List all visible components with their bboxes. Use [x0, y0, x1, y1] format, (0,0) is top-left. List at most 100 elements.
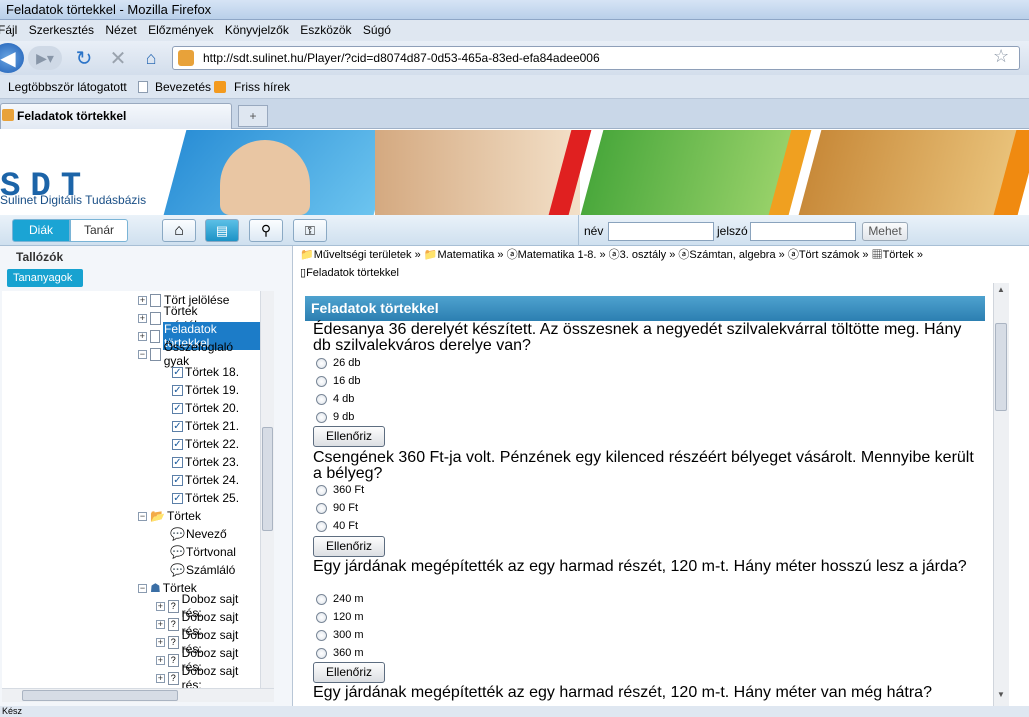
- banner-photo-girl: [375, 130, 580, 215]
- tree-item[interactable]: ✓ Törtek 18.: [172, 363, 239, 381]
- answer-option[interactable]: 240 m: [316, 593, 364, 605]
- tree-vertical-scrollbar[interactable]: [260, 291, 274, 688]
- house-icon: ⌂: [174, 221, 184, 239]
- tree-item-label: Törtek 23.: [185, 455, 240, 469]
- answer-option[interactable]: 300 m: [316, 629, 364, 641]
- panel-tab-materials[interactable]: Tananyagok: [7, 269, 83, 287]
- checkbox-icon: ✓: [172, 366, 183, 378]
- key-button[interactable]: ⚿: [293, 219, 327, 242]
- tree-item[interactable]: 💬 Nevező: [170, 525, 227, 543]
- answer-option[interactable]: 4 db: [316, 393, 354, 405]
- tree-item[interactable]: 💬 Számláló: [170, 561, 235, 579]
- radio-button[interactable]: [316, 357, 327, 369]
- bookmarks-toolbar: Legtöbbször látogatott Bevezetés Friss h…: [0, 75, 1029, 99]
- radio-button[interactable]: [316, 593, 327, 605]
- radio-button[interactable]: [316, 411, 327, 423]
- window-title-bar: Feladatok törtekkel - Mozilla Firefox: [0, 0, 1029, 20]
- address-bar[interactable]: http://sdt.sulinet.hu/Player/?cid=d8074d…: [172, 46, 1020, 70]
- mode-student-button[interactable]: Diák: [12, 219, 70, 242]
- menu-history[interactable]: Előzmények: [148, 23, 213, 37]
- menu-bookmarks[interactable]: Könyvjelzők: [225, 23, 289, 37]
- bookmark-star-icon[interactable]: ☆: [993, 46, 1009, 67]
- answer-option[interactable]: 90 Ft: [316, 502, 358, 514]
- tree-item[interactable]: ✓ Törtek 25.: [172, 489, 239, 507]
- search-button[interactable]: ⚲: [249, 219, 283, 242]
- rss-icon: [214, 81, 226, 93]
- radio-button[interactable]: [316, 484, 327, 496]
- scrollbar-thumb[interactable]: [22, 690, 178, 701]
- bookmark-intro[interactable]: Bevezetés: [155, 75, 211, 99]
- tree-item[interactable]: − 📂 Törtek: [138, 507, 201, 525]
- scrollbar-thumb[interactable]: [262, 427, 273, 531]
- radio-button[interactable]: [316, 375, 327, 387]
- menu-help[interactable]: Súgó: [363, 23, 391, 37]
- breadcrumb-item[interactable]: Számtan, algebra: [689, 249, 775, 261]
- subject-icon: ⓐ: [678, 249, 690, 261]
- tree-item[interactable]: ✓ Törtek 22.: [172, 435, 239, 453]
- bookmark-news[interactable]: Friss hírek: [234, 75, 290, 99]
- check-button[interactable]: Ellenőriz: [313, 536, 385, 557]
- breadcrumb-item[interactable]: 3. osztály: [620, 249, 666, 261]
- radio-button[interactable]: [316, 393, 327, 405]
- tree-item[interactable]: 💬 Törtvonal: [170, 543, 236, 561]
- answer-option[interactable]: 16 db: [316, 375, 361, 387]
- scrollbar-thumb[interactable]: [995, 323, 1007, 411]
- bookmark-most-visited[interactable]: Legtöbbször látogatott: [8, 75, 127, 99]
- status-text: Kész: [2, 706, 23, 716]
- reload-button[interactable]: ↻: [72, 45, 96, 71]
- forward-arrow-icon: ▶▾: [36, 49, 54, 66]
- answer-option[interactable]: 360 Ft: [316, 484, 364, 496]
- tree-item[interactable]: ✓ Törtek 24.: [172, 471, 239, 489]
- stop-button[interactable]: ✕: [106, 45, 130, 71]
- radio-button[interactable]: [316, 647, 327, 659]
- tree-item-label: Doboz sajt rés:: [181, 664, 239, 688]
- breadcrumb-item[interactable]: Matematika 1-8.: [518, 249, 597, 261]
- mode-teacher-button[interactable]: Tanár: [70, 219, 128, 242]
- menu-tools[interactable]: Eszközök: [300, 23, 351, 37]
- new-tab-button[interactable]: +: [238, 105, 268, 127]
- breadcrumb-item[interactable]: Tört számok: [799, 249, 860, 261]
- radio-button[interactable]: [316, 502, 327, 514]
- radio-button[interactable]: [316, 629, 327, 641]
- menu-view[interactable]: Nézet: [105, 23, 136, 37]
- tree-item[interactable]: +? Doboz sajt rés:: [156, 664, 260, 688]
- document-button[interactable]: ▤: [205, 219, 239, 242]
- question-doc-icon: ?: [167, 671, 179, 685]
- tree-item[interactable]: ✓ Törtek 20.: [172, 399, 239, 417]
- check-button[interactable]: Ellenőriz: [313, 662, 385, 683]
- breadcrumb-item[interactable]: Törtek: [883, 249, 914, 261]
- menu-edit[interactable]: Szerkesztés: [29, 23, 94, 37]
- answer-option[interactable]: 120 m: [316, 611, 364, 623]
- tree-horizontal-scrollbar[interactable]: [2, 688, 274, 702]
- site-favicon-icon: [178, 50, 194, 66]
- tree-view: +Tört jelölése +Törtek mértékegys +Felad…: [2, 291, 260, 688]
- radio-button[interactable]: [316, 611, 327, 623]
- tab-active[interactable]: Feladatok törtekkel: [0, 103, 232, 129]
- check-button[interactable]: Ellenőriz: [313, 426, 385, 447]
- answer-option[interactable]: 26 db: [316, 357, 361, 369]
- checkbox-icon: ✓: [172, 474, 183, 486]
- login-password-input[interactable]: [750, 222, 856, 241]
- tree-item[interactable]: ✓ Törtek 19.: [172, 381, 239, 399]
- answer-option[interactable]: 40 Ft: [316, 520, 358, 532]
- scroll-down-arrow-icon[interactable]: ▼: [993, 688, 1009, 702]
- tree-item[interactable]: ✓ Törtek 21.: [172, 417, 239, 435]
- radio-button[interactable]: [316, 520, 327, 532]
- breadcrumb: 📁Műveltségi területek » 📁Matematika » ⓐM…: [298, 246, 1013, 282]
- breadcrumb-item[interactable]: Műveltségi területek: [314, 249, 412, 261]
- answer-option[interactable]: 9 db: [316, 411, 354, 423]
- home-button[interactable]: ⌂: [139, 45, 163, 71]
- document-icon: [149, 311, 161, 325]
- tree-item[interactable]: − Összefoglaló gyak: [138, 340, 260, 368]
- menu-file[interactable]: Fájl: [0, 23, 17, 37]
- forward-button[interactable]: ▶▾: [28, 46, 62, 70]
- tree-item[interactable]: ✓ Törtek 23.: [172, 453, 239, 471]
- content-vertical-scrollbar[interactable]: ▲ ▼: [993, 283, 1009, 706]
- login-name-input[interactable]: [608, 222, 714, 241]
- scroll-up-arrow-icon[interactable]: ▲: [993, 283, 1009, 297]
- breadcrumb-item[interactable]: Matematika: [437, 249, 494, 261]
- tree-item-label: Törtek 25.: [185, 491, 240, 505]
- login-submit-button[interactable]: Mehet: [862, 222, 908, 241]
- answer-option[interactable]: 360 m: [316, 647, 364, 659]
- home-nav-button[interactable]: ⌂: [162, 219, 196, 242]
